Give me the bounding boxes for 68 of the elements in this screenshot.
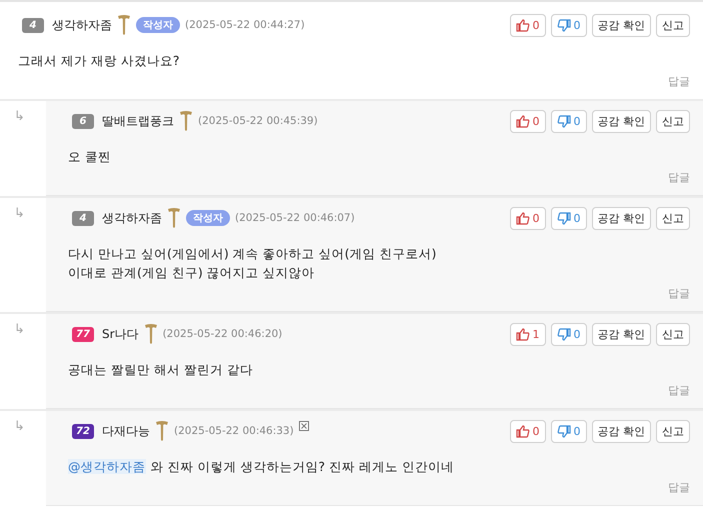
thumbs-down-icon [556, 328, 570, 340]
reply-link[interactable]: 답글 [668, 480, 690, 495]
author-name[interactable]: 다재다능 [102, 422, 150, 440]
report-button[interactable]: 신고 [656, 14, 690, 36]
check-likes-button[interactable]: 공감 확인 [592, 14, 651, 36]
report-button[interactable]: 신고 [656, 322, 690, 346]
report-button[interactable]: 신고 [656, 420, 690, 442]
dislike-button[interactable]: 0 [550, 322, 586, 346]
check-likes-button[interactable]: 공감 확인 [592, 420, 651, 442]
check-likes-button[interactable]: 공감 확인 [592, 322, 651, 346]
reply-link[interactable]: 답글 [668, 286, 690, 301]
like-button[interactable]: 0 [510, 206, 546, 230]
writer-tag: 작성자 [186, 210, 230, 226]
comment-text: 그래서 제가 재랑 사겼나요? [18, 52, 181, 70]
broken-image-icon [298, 421, 309, 431]
like-button[interactable]: 0 [510, 420, 546, 442]
like-button[interactable]: 0 [510, 14, 546, 36]
report-button[interactable]: 신고 [656, 110, 690, 132]
check-likes-button[interactable]: 공감 확인 [592, 206, 651, 230]
report-button[interactable]: 신고 [656, 206, 690, 230]
dislike-button[interactable]: 0 [550, 110, 586, 132]
mention-link[interactable]: @생각하자좀 [68, 459, 146, 474]
reply-arrow: ↳ [13, 205, 26, 223]
comment-text: 공대는 짤릴만 해서 짤린거 같다 [68, 361, 254, 379]
emblem-icon [179, 110, 193, 132]
reply-link[interactable]: 답글 [668, 74, 690, 89]
thumbs-up-icon [516, 114, 530, 128]
reply-arrow: ↳ [13, 321, 26, 339]
dislike-button[interactable]: 0 [550, 14, 586, 36]
writer-tag: 작성자 [136, 17, 180, 33]
like-button[interactable]: 1 [510, 322, 546, 346]
emblem-icon [155, 420, 169, 442]
emblem-icon [117, 14, 131, 36]
thumbs-up-icon [516, 328, 530, 340]
like-button[interactable]: 0 [510, 110, 546, 132]
thumbs-down-icon [556, 424, 570, 438]
author-name[interactable]: Sr나다 [102, 326, 139, 342]
reply-link[interactable]: 답글 [668, 170, 690, 185]
level-badge: 77 [72, 326, 94, 342]
timestamp: (2025-05-22 00:46:33) [174, 425, 294, 437]
timestamp: (2025-05-22 00:46:07) [235, 212, 355, 224]
reply-arrow: ↳ [13, 108, 26, 126]
thumbs-down-icon [556, 114, 570, 128]
dislike-button[interactable]: 0 [550, 206, 586, 230]
comment-text: 다시 만나고 싶어(게임에서) 계속 좋아하고 싶어(게임 친구로서) 이대로 관계(게임 친구) 끊어지고 싶지않아 [68, 245, 438, 282]
thumbs-up-icon [516, 18, 530, 32]
reply-link[interactable]: 답글 [668, 383, 690, 398]
emblem-icon [167, 207, 181, 229]
check-likes-button[interactable]: 공감 확인 [592, 110, 651, 132]
thumbs-up-icon [516, 424, 530, 438]
thumbs-up-icon [516, 212, 530, 224]
author-name[interactable]: 생각하자좀 [102, 210, 162, 226]
timestamp: (2025-05-22 00:44:27) [185, 19, 305, 31]
level-badge: 6 [72, 114, 94, 128]
author-name[interactable]: 딸배트랩풍크 [102, 112, 174, 130]
level-badge: 4 [72, 210, 94, 226]
emblem-icon [144, 323, 158, 345]
level-badge: 72 [72, 424, 94, 438]
reply-arrow: ↳ [13, 418, 26, 436]
comment-text: 오 쿨찐 [68, 148, 112, 166]
thumbs-down-icon [556, 212, 570, 224]
level-badge: 4 [22, 18, 44, 32]
timestamp: (2025-05-22 00:45:39) [198, 115, 318, 127]
comment-text: @생각하자좀 와 진짜 이렇게 생각하는거임? 진짜 레게노 인간이네 [68, 458, 455, 476]
thumbs-down-icon [556, 18, 570, 32]
timestamp: (2025-05-22 00:46:20) [162, 328, 282, 340]
author-name[interactable]: 생각하자좀 [52, 16, 112, 34]
dislike-button[interactable]: 0 [550, 420, 586, 442]
